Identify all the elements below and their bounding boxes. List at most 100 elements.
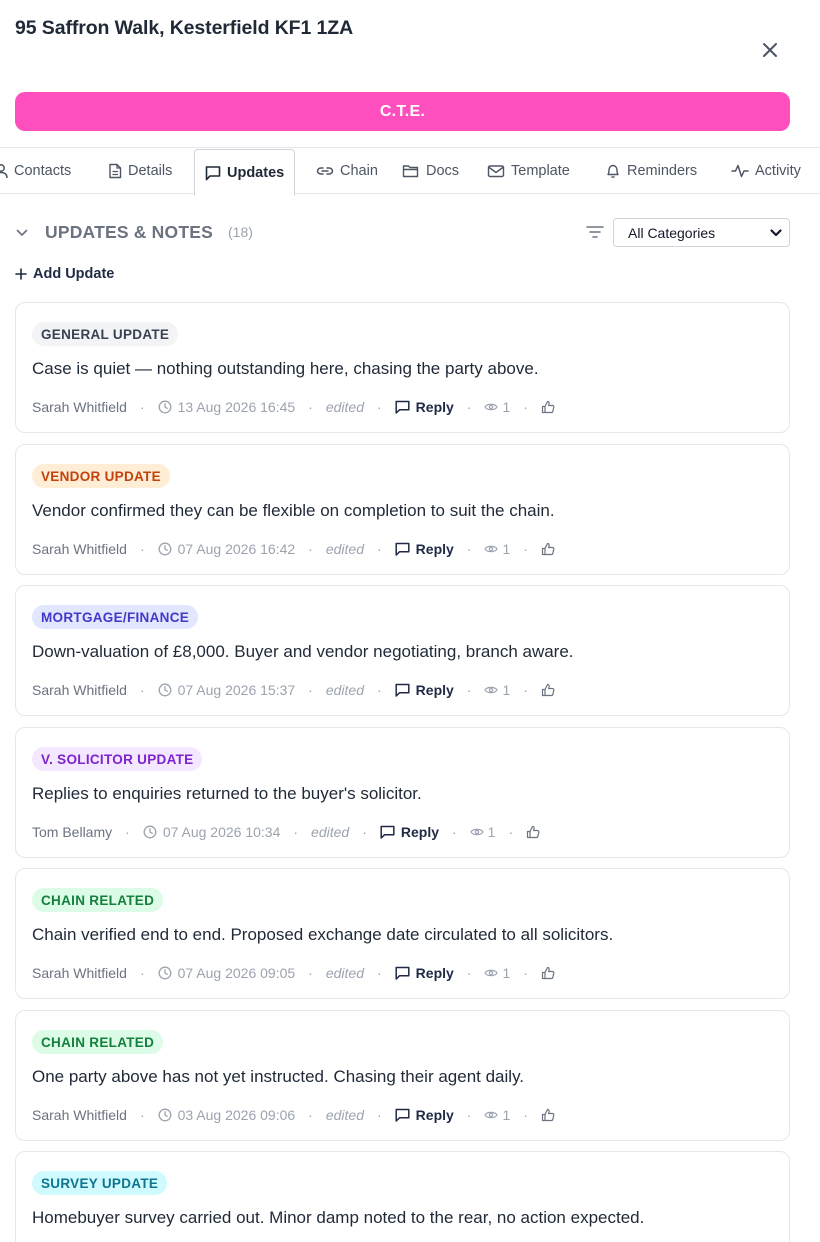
like-button[interactable] [541,400,555,414]
reply-button[interactable]: Reply [395,965,454,981]
clock-icon [143,825,157,839]
selected-category: All Categories [628,224,716,241]
tab-label: Docs [426,163,460,179]
thumbs-up-icon [541,683,555,697]
bell-icon [607,164,619,178]
update-card: GENERAL UPDATE Case is quiet — nothing ou… [15,302,790,433]
tab-label: Updates [227,164,285,181]
author-name: Sarah Whitfield [32,965,127,981]
category-filter-select[interactable]: All Categories [613,218,790,247]
folder-icon [402,165,419,178]
update-meta: Tom Bellamy · 07 Aug 2026 10:34 · edited · Rep… [32,822,540,842]
update-meta: Sarah Whitfield · 07 Aug 2026 15:37 · edited… [32,680,555,700]
view-count: 1 [484,965,510,981]
like-button[interactable] [526,825,540,839]
timestamp: 03 Aug 2026 09:06 [158,1107,295,1123]
tab-docs[interactable]: Docs [402,148,459,194]
tab-label: Activity [755,163,801,179]
separator: · [466,541,472,557]
tab-template[interactable]: Template [487,148,570,194]
tab-label: Template [511,163,570,179]
view-count: 1 [469,824,496,840]
category-badge: CHAIN RELATED [32,888,164,912]
add-update-label: Add Update [33,266,115,282]
document-icon [109,163,122,179]
view-count-text: 1 [502,965,511,981]
chevron-down-icon [770,229,782,237]
update-card: CHAIN RELATED Chain verified end to end. … [15,868,790,999]
timestamp-text: 13 Aug 2026 16:45 [177,399,296,415]
tab-reminders[interactable]: Reminders [605,148,697,194]
separator: · [377,965,382,981]
timestamp-text: 07 Aug 2026 16:42 [177,541,296,557]
reply-label: Reply [415,1107,454,1123]
tab-activity[interactable]: Activity [731,148,801,194]
thumbs-up-icon [541,966,555,980]
update-text: Chain verified end to end. Proposed exch… [32,925,614,944]
update-card: V. SOLICITOR UPDATE Replies to enquiries … [15,727,790,858]
update-text: Vendor confirmed they can be flexible on… [32,501,555,520]
thumbs-up-icon [541,1108,555,1122]
separator: · [523,965,528,981]
thumbs-up-icon [541,400,555,414]
separator: · [139,965,145,981]
timestamp-text: 07 Aug 2026 15:37 [177,682,296,698]
plus-icon [15,268,27,280]
like-button[interactable] [541,683,555,697]
view-count-text: 1 [502,541,511,557]
message-square-icon [395,542,410,556]
separator: · [125,824,130,840]
separator: · [523,399,528,415]
close-button[interactable] [756,36,784,64]
separator: · [523,1107,528,1123]
separator: · [466,399,472,415]
author-name: Sarah Whitfield [32,1107,127,1123]
separator: · [362,824,367,840]
reply-button[interactable]: Reply [380,824,439,840]
update-count: (18) [228,224,253,240]
view-count-text: 1 [502,399,511,415]
update-text: Down-valuation of £8,000. Buyer and vend… [32,642,574,661]
message-square-icon [205,165,221,180]
tab-label: Contacts [14,163,72,179]
category-badge: MORTGAGE/FINANCE [32,605,199,629]
add-update-button[interactable]: Add Update [15,266,114,282]
tab-updates[interactable]: Updates [194,149,296,196]
message-square-icon [395,400,410,414]
separator: · [139,399,145,415]
status-banner: C.T.E. [15,92,790,131]
reply-button[interactable]: Reply [395,399,454,415]
activity-icon [731,164,749,178]
reply-button[interactable]: Reply [395,1107,454,1123]
eye-icon [484,686,499,694]
tab-chain[interactable]: Chain [316,148,378,194]
edited-label: edited [325,541,364,557]
collapse-toggle[interactable] [15,226,29,245]
clock-icon [158,966,172,980]
tab-details[interactable]: Details [108,148,172,194]
edited-label: edited [325,965,364,981]
tab-contacts[interactable]: Contacts [0,148,71,194]
view-count-text: 1 [487,824,496,840]
clock-icon [158,1108,172,1122]
separator: · [308,541,313,557]
message-square-icon [395,966,410,980]
separator: · [466,965,472,981]
update-text: Homebuyer survey carried out. Minor damp… [32,1208,645,1227]
separator: · [139,682,145,698]
like-button[interactable] [541,1108,555,1122]
update-meta: Sarah Whitfield · 07 Aug 2026 09:05 · edited… [32,963,555,983]
link-icon [316,167,334,175]
like-button[interactable] [541,966,555,980]
thumbs-up-icon [527,825,540,839]
like-button[interactable] [541,542,555,556]
message-square-icon [380,825,395,839]
category-badge: VENDOR UPDATE [32,464,170,488]
category-badge: V. SOLICITOR UPDATE [32,747,203,771]
reply-button[interactable]: Reply [395,541,454,557]
view-count: 1 [484,1107,510,1123]
edited-label: edited [325,399,364,415]
reply-label: Reply [400,824,439,840]
mail-icon [487,165,505,178]
reply-button[interactable]: Reply [395,682,454,698]
